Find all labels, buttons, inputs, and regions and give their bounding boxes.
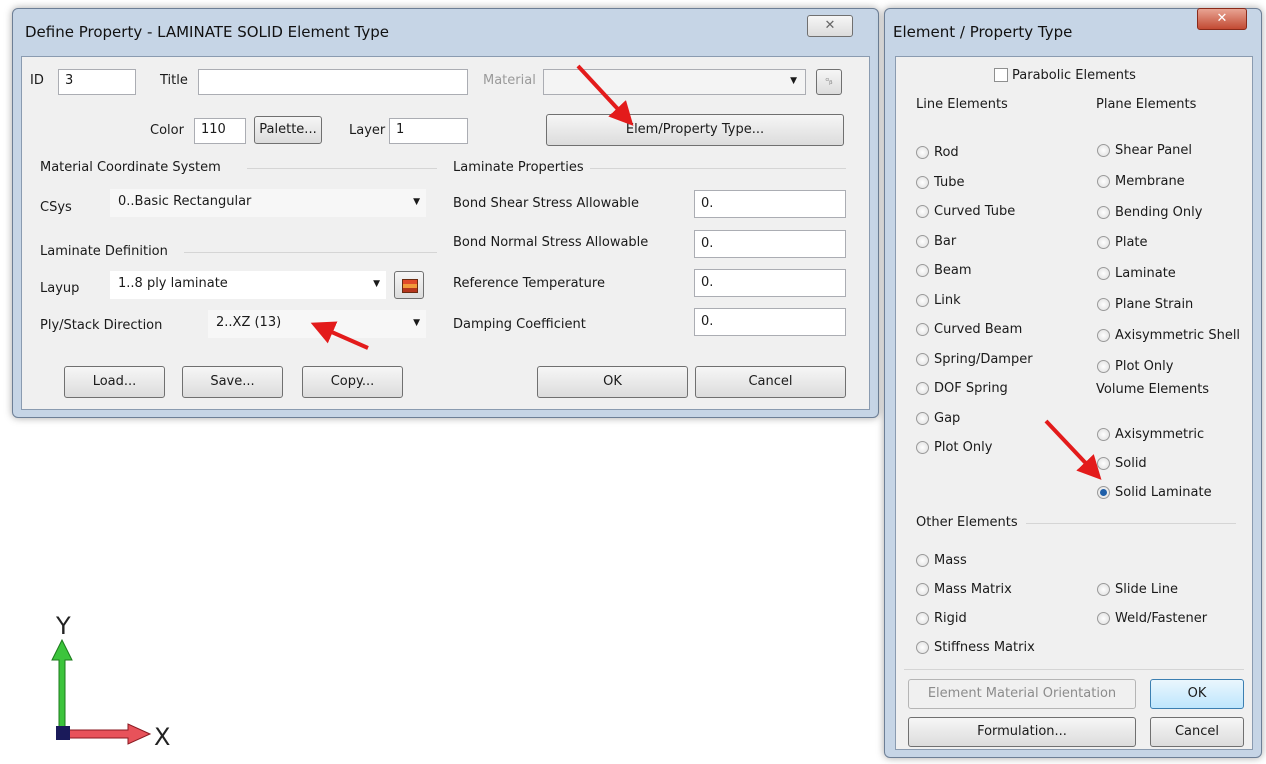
arrow-to-solid-laminate [1044, 419, 1102, 480]
x-axis-arrow [67, 723, 152, 745]
x-axis-label: X [154, 723, 170, 751]
arrow-to-ply-direction [310, 321, 369, 350]
y-axis-label: Y [55, 612, 71, 640]
axis-triad: Y X [51, 612, 170, 751]
origin-cube [56, 726, 70, 740]
y-axis-arrow [51, 638, 73, 731]
arrow-to-elem-type-button [576, 64, 634, 126]
